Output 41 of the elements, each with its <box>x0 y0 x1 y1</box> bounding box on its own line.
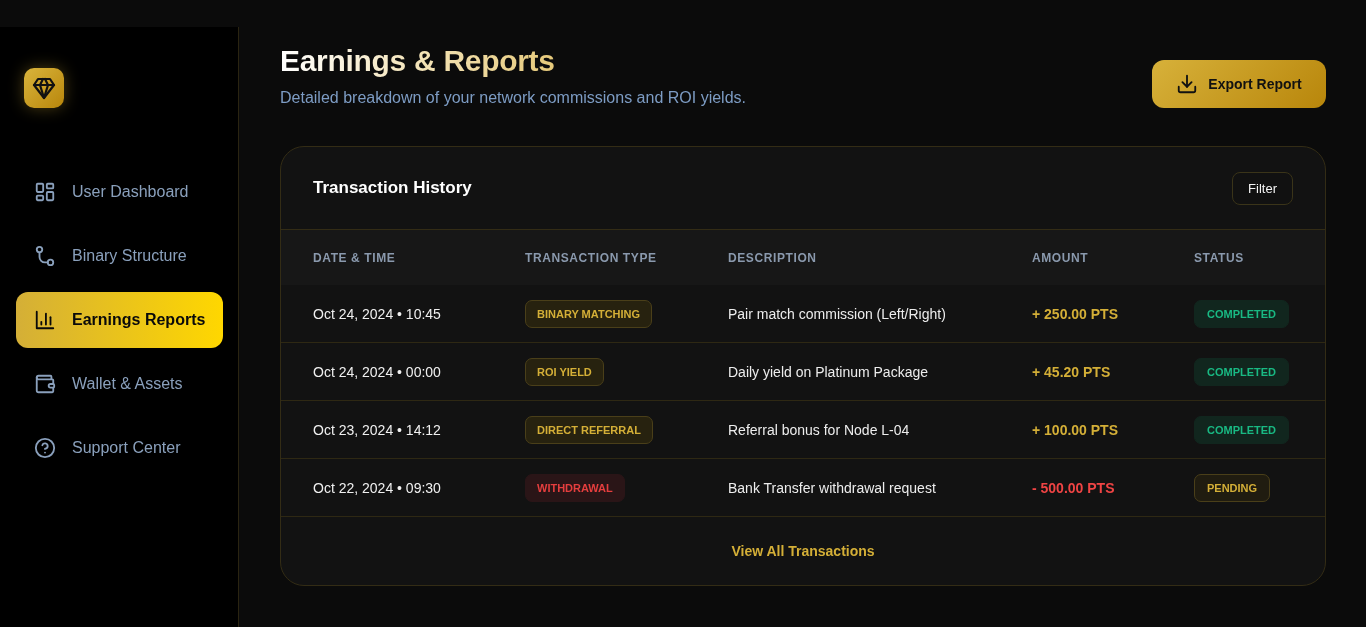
dashboard-grid-icon <box>34 181 56 203</box>
amount-cell: - 500.00 PTS <box>1032 479 1115 496</box>
column-header: AMOUNT <box>1032 250 1090 265</box>
column-header: DATE & TIME <box>313 250 397 265</box>
nav-item[interactable]: Support Center <box>16 420 223 476</box>
bar-chart-icon <box>34 309 56 331</box>
nav-item[interactable]: Wallet & Assets <box>16 356 223 412</box>
amount-cell: + 250.00 PTS <box>1032 305 1118 322</box>
column-header: DESCRIPTION <box>728 250 818 265</box>
help-icon <box>34 437 56 459</box>
wallet-icon <box>34 373 56 395</box>
date-cell: Oct 22, 2024 • 09:30 <box>313 479 441 496</box>
amount-cell: + 45.20 PTS <box>1032 363 1111 380</box>
export-report-button[interactable]: Export Report <box>1152 60 1326 108</box>
status-badge: PENDING <box>1194 473 1271 502</box>
branch-icon <box>34 245 56 267</box>
view-all-link[interactable]: View All Transactions <box>731 543 875 559</box>
type-tag: ROI YIELD <box>525 357 604 386</box>
description-cell: Pair match commission (Left/Right) <box>728 305 946 322</box>
download-icon <box>1176 73 1199 95</box>
status-badge: COMPLETED <box>1194 299 1290 328</box>
page-subtitle: Detailed breakdown of your network commissions and ROI yields. <box>280 88 746 108</box>
nav-item[interactable]: Earnings Reports <box>16 292 223 348</box>
type-tag: WITHDRAWAL <box>525 473 625 502</box>
amount-cell: + 100.00 PTS <box>1032 421 1118 438</box>
date-cell: Oct 23, 2024 • 14:12 <box>313 421 441 438</box>
nav-item[interactable]: User Dashboard <box>16 164 223 220</box>
description-cell: Referral bonus for Node L-04 <box>728 421 910 438</box>
status-badge: COMPLETED <box>1194 357 1290 386</box>
column-header: STATUS <box>1194 250 1245 265</box>
description-cell: Daily yield on Platinum Package <box>728 363 928 380</box>
date-cell: Oct 24, 2024 • 10:45 <box>313 305 441 322</box>
column-header: TRANSACTION TYPE <box>525 250 658 265</box>
filter-button[interactable]: Filter <box>1232 171 1293 205</box>
nav-item[interactable]: Binary Structure <box>16 228 223 284</box>
type-tag: BINARY MATCHING <box>525 299 653 328</box>
status-badge: COMPLETED <box>1194 415 1290 444</box>
card-title: Transaction History <box>313 178 472 198</box>
type-tag: DIRECT REFERRAL <box>525 415 653 444</box>
description-cell: Bank Transfer withdrawal request <box>728 479 936 496</box>
date-cell: Oct 24, 2024 • 00:00 <box>313 363 441 380</box>
